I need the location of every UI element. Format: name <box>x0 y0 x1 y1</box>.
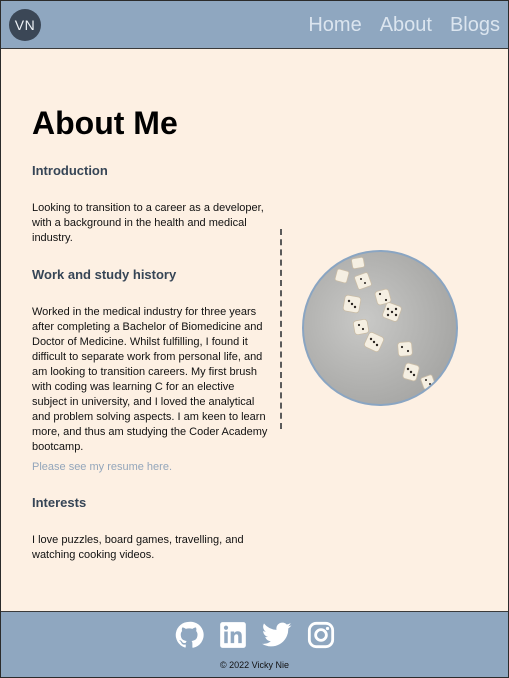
profile-photo-dice <box>302 250 458 406</box>
footer: © 2022 Vicky Nie <box>1 611 508 677</box>
page-title: About Me <box>32 105 178 141</box>
section-heading-work-study: Work and study history <box>32 267 177 282</box>
nav-about-link[interactable]: About <box>380 13 432 37</box>
logo-avatar[interactable]: VN <box>9 9 41 41</box>
section-text-work-study: Worked in the medical industry for three… <box>32 306 268 453</box>
section-heading-interests: Interests <box>32 495 87 510</box>
dashed-divider <box>280 229 282 429</box>
nav-home-link[interactable]: Home <box>308 13 361 37</box>
linkedin-icon[interactable] <box>218 620 248 650</box>
dice-illustration <box>334 256 436 390</box>
social-links <box>1 620 508 650</box>
main-nav: Home About Blogs <box>308 13 500 37</box>
github-icon[interactable] <box>174 620 204 650</box>
instagram-icon[interactable] <box>306 620 336 650</box>
section-text-interests: I love puzzles, board games, travelling,… <box>32 534 244 561</box>
main-content: About Me Introduction Looking to transit… <box>1 49 508 611</box>
twitter-icon[interactable] <box>261 620 292 650</box>
nav-blogs-link[interactable]: Blogs <box>450 13 500 37</box>
resume-link[interactable]: Please see my resume here. <box>32 461 172 473</box>
copyright-text: © 2022 Vicky Nie <box>220 660 289 670</box>
section-text-introduction: Looking to transition to a career as a d… <box>32 202 264 244</box>
section-heading-introduction: Introduction <box>32 163 108 178</box>
header: VN Home About Blogs <box>1 1 508 49</box>
page: VN Home About Blogs About Me Introductio… <box>0 0 509 678</box>
